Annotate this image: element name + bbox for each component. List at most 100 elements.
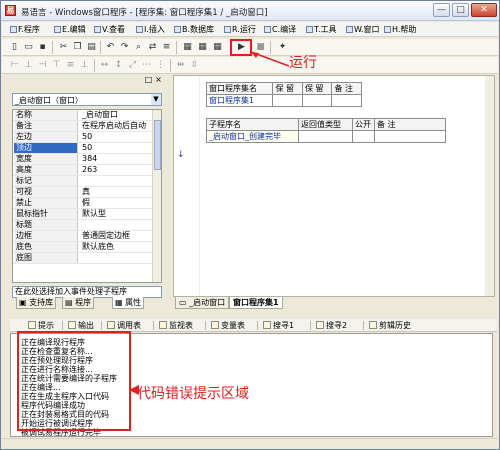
- tab-variables[interactable]: 变量表: [211, 320, 245, 331]
- property-value[interactable]: _启动窗口: [80, 110, 152, 120]
- property-value[interactable]: [80, 220, 152, 230]
- property-row[interactable]: 左边 50: [13, 132, 153, 143]
- tab-properties[interactable]: ▦ 属性: [112, 297, 145, 309]
- table-cell[interactable]: [374, 130, 446, 143]
- menu-compile[interactable]: C.编译: [264, 24, 296, 35]
- table-cell[interactable]: [272, 94, 303, 107]
- menu-help[interactable]: H.帮助: [384, 24, 416, 35]
- property-value[interactable]: [80, 253, 152, 263]
- layout-2-icon[interactable]: ▦: [196, 41, 209, 54]
- tab-watch[interactable]: 监视表: [159, 320, 193, 331]
- replace-icon[interactable]: ⇄: [146, 41, 159, 54]
- property-value[interactable]: 384: [80, 154, 152, 164]
- property-value[interactable]: 默认型: [80, 209, 152, 219]
- property-value[interactable]: 263: [80, 165, 152, 175]
- component-select[interactable]: _启动窗口（窗口） ▼: [12, 93, 162, 106]
- menu-run[interactable]: R.运行: [224, 24, 256, 35]
- property-row[interactable]: 标记: [13, 176, 153, 187]
- splitter[interactable]: [165, 75, 173, 301]
- menu-insert[interactable]: I.插入: [136, 24, 165, 35]
- property-row[interactable]: 标题: [13, 220, 153, 231]
- tab-call-stack[interactable]: 调用表: [107, 320, 141, 331]
- property-value[interactable]: 在程序启动后自动: [80, 121, 152, 131]
- menu-database[interactable]: B.数据库: [174, 24, 214, 35]
- tab-clipboard-history[interactable]: 剪辑历史: [369, 320, 411, 331]
- same-height-icon[interactable]: ↕: [112, 59, 125, 72]
- menu-edit[interactable]: E.编辑: [54, 24, 86, 35]
- property-value[interactable]: [80, 176, 152, 186]
- property-row[interactable]: 备注 在程序启动后自动: [13, 121, 153, 132]
- property-value[interactable]: 50: [80, 132, 152, 142]
- property-row[interactable]: 边框 普通固定边框: [13, 231, 153, 242]
- new-file-icon[interactable]: ▯: [8, 41, 21, 54]
- table-cell[interactable]: [301, 94, 333, 107]
- property-value[interactable]: 普通固定边框: [80, 231, 152, 241]
- table-cell[interactable]: [298, 130, 353, 143]
- menu-program[interactable]: F.程序: [10, 24, 40, 35]
- property-row[interactable]: 鼠标指针 默认型: [13, 209, 153, 220]
- table-row[interactable]: 窗口程序集1: [205, 94, 362, 107]
- code-editor[interactable]: ↓ 窗口程序集名 保 留 保 留 备 注 窗口程序集1 子程序名 返回值类型 公…: [173, 75, 495, 297]
- tab-search-1[interactable]: 搜寻1: [263, 320, 294, 331]
- editor-scrollbar[interactable]: [485, 76, 494, 296]
- property-scrollbar[interactable]: [152, 110, 161, 282]
- close-button[interactable]: ✕: [471, 3, 497, 17]
- tab-output[interactable]: 输出: [68, 320, 94, 331]
- property-value[interactable]: 真: [80, 187, 152, 197]
- align-left-icon[interactable]: ⊢: [8, 59, 21, 72]
- align-right-icon[interactable]: ⊣: [36, 59, 49, 72]
- space-horizontal-icon[interactable]: ⋯: [140, 59, 153, 72]
- tab-support-library[interactable]: ▣ 支持库: [16, 297, 57, 309]
- align-bottom-icon[interactable]: ⊥: [78, 59, 91, 72]
- tab-program[interactable]: ▤ 程序: [62, 297, 95, 309]
- align-top-icon[interactable]: ⊤: [50, 59, 63, 72]
- center-vertical-icon[interactable]: ⇳: [188, 59, 201, 72]
- cut-icon[interactable]: ✂: [57, 41, 70, 54]
- tab-search-2[interactable]: 搜寻2: [316, 320, 347, 331]
- pin-icon[interactable]: □: [144, 76, 153, 85]
- paste-icon[interactable]: ▤: [85, 41, 98, 54]
- align-center-icon[interactable]: ⊥: [22, 59, 35, 72]
- layout-3-icon[interactable]: ▦: [211, 41, 224, 54]
- find-icon[interactable]: ⌕: [132, 41, 145, 54]
- tab-start-window[interactable]: ▭ _启动窗口: [175, 297, 230, 309]
- redo-icon[interactable]: ↷: [118, 41, 131, 54]
- property-value[interactable]: 假: [80, 198, 152, 208]
- open-folder-icon[interactable]: ▭: [22, 41, 35, 54]
- menu-tools[interactable]: T.工具: [306, 24, 336, 35]
- same-size-icon[interactable]: ⤢: [126, 59, 139, 72]
- menu-view[interactable]: V.查看: [94, 24, 125, 35]
- property-value[interactable]: 默认底色: [80, 242, 152, 252]
- table-cell[interactable]: [331, 94, 362, 107]
- align-middle-icon[interactable]: ≡: [64, 59, 77, 72]
- property-row[interactable]: 禁止假: [13, 198, 153, 209]
- property-row[interactable]: 宽度 384: [13, 154, 153, 165]
- property-row[interactable]: 高度 263: [13, 165, 153, 176]
- same-width-icon[interactable]: ↔: [98, 59, 111, 72]
- table-row[interactable]: _启动窗口_创建完毕: [206, 130, 446, 143]
- space-vertical-icon[interactable]: ⋮: [154, 59, 167, 72]
- property-row[interactable]: 底色 默认底色: [13, 242, 153, 253]
- table-cell[interactable]: 窗口程序集1: [205, 94, 274, 107]
- splitter-horizontal[interactable]: [2, 312, 498, 318]
- property-row[interactable]: 顶边 50: [13, 143, 153, 154]
- menu-window[interactable]: W.窗口: [346, 24, 380, 35]
- maximize-button[interactable]: □: [452, 3, 469, 17]
- table-cell[interactable]: [352, 130, 375, 143]
- tab-hint[interactable]: 提示: [28, 320, 54, 331]
- chevron-down-icon[interactable]: ▼: [151, 94, 161, 105]
- tab-window-assembly[interactable]: 窗口程序集1: [229, 297, 283, 309]
- property-row[interactable]: 可视真: [13, 187, 153, 198]
- layout-1-icon[interactable]: ▦: [181, 41, 194, 54]
- undo-icon[interactable]: ↶: [104, 41, 117, 54]
- table-cell[interactable]: _启动窗口_创建完毕: [206, 130, 299, 143]
- save-icon[interactable]: ▪: [36, 41, 49, 54]
- panel-close-icon[interactable]: ×: [154, 76, 163, 85]
- minimize-button[interactable]: —: [433, 3, 450, 17]
- center-horizontal-icon[interactable]: ⇹: [174, 59, 187, 72]
- copy-icon[interactable]: ❐: [71, 41, 84, 54]
- property-row[interactable]: 名称 _启动窗口: [13, 110, 153, 121]
- scrollbar-thumb[interactable]: [154, 120, 161, 170]
- property-value[interactable]: 50: [80, 143, 152, 153]
- bookmark-icon[interactable]: ≡: [160, 41, 173, 54]
